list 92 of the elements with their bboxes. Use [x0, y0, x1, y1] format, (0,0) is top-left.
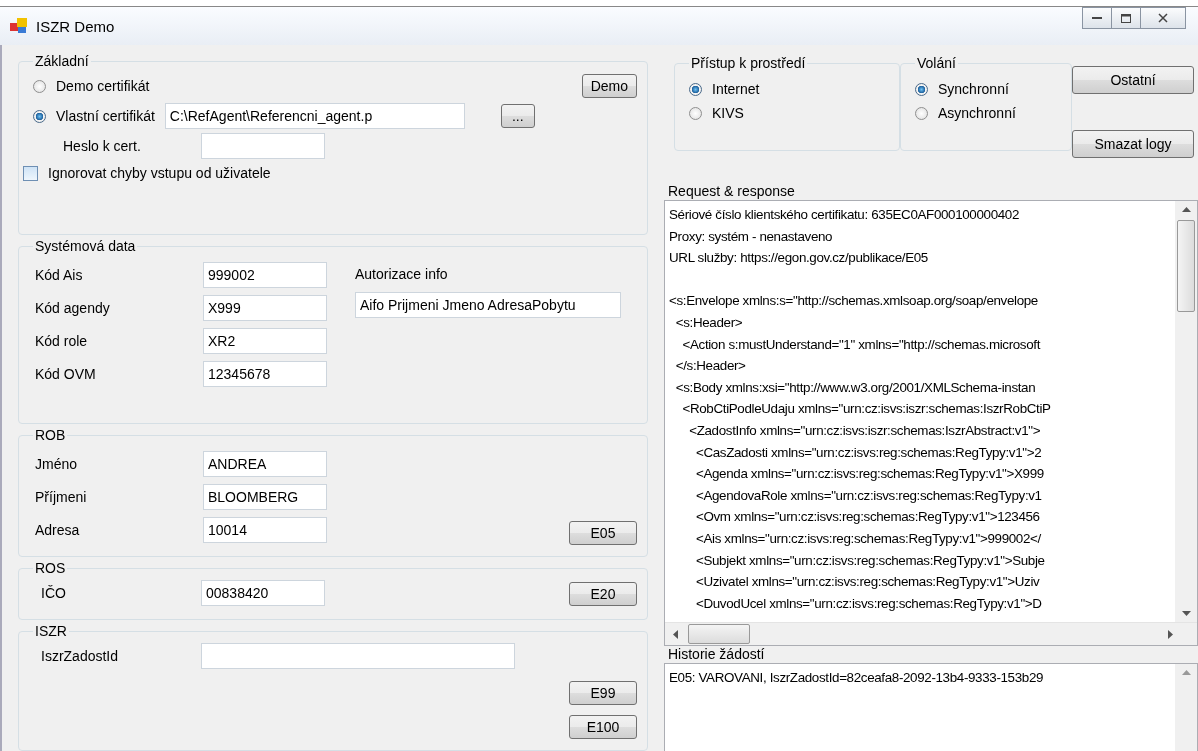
- text-field[interactable]: ANDREA: [203, 451, 327, 477]
- text-field[interactable]: 00838420: [201, 580, 325, 606]
- radio-button[interactable]: [915, 106, 928, 120]
- field-label: Adresa: [34, 522, 81, 538]
- request-button[interactable]: E100: [569, 715, 637, 739]
- group-title: Volání: [916, 55, 957, 71]
- field-label: Jméno: [34, 456, 79, 472]
- radio-label[interactable]: Asynchronní: [938, 105, 1016, 121]
- field-label: Autorizace info: [355, 266, 449, 282]
- maximize-button[interactable]: [1111, 7, 1141, 29]
- radio-button[interactable]: [33, 79, 46, 93]
- minimize-button[interactable]: [1082, 7, 1112, 29]
- group-title: Přístup k prostředí: [690, 55, 807, 71]
- radio-label[interactable]: Synchronní: [938, 81, 1009, 97]
- certificate-path-field[interactable]: C:\RefAgent\Referencni_agent.p: [164, 103, 465, 129]
- field-label: Kód OVM: [34, 366, 97, 382]
- radio-button[interactable]: [689, 82, 702, 96]
- text-field[interactable]: Aifo Prijmeni Jmeno AdresaPobytu: [355, 292, 621, 318]
- radio-label[interactable]: KIVS: [712, 105, 744, 121]
- browse-button[interactable]: ...: [500, 104, 535, 128]
- radio-button[interactable]: [689, 106, 702, 120]
- group-title: Základní: [34, 53, 90, 69]
- action-button[interactable]: Ostatní: [1072, 66, 1194, 94]
- log-line: <RobCtiPodleUdaju xmlns="urn:cz:isvs:iszr:schemas:IszrRobCtiP: [681, 400, 1052, 419]
- vertical-scrollbar[interactable]: [1175, 664, 1197, 751]
- log-line: <Uzivatel xmlns="urn:cz:isvs:reg:schemas:RegTypy:v1">Uziv: [694, 573, 1041, 592]
- log-line: Proxy: systém - nenastaveno: [669, 227, 834, 246]
- section-label: Historie žádostí: [668, 646, 766, 662]
- log-line: </s:Header>: [674, 357, 747, 376]
- log-line: <Ovm xmlns="urn:cz:isvs:reg:schemas:RegTypy:v1">123456: [694, 508, 1041, 527]
- scroll-down-arrow-icon: [1181, 611, 1191, 616]
- group-title: ROS: [34, 560, 67, 576]
- log-line: <Subjekt xmlns="urn:cz:isvs:reg:schemas:RegTypy:v1">Subje: [694, 551, 1046, 570]
- log-line: <AgendovaRole xmlns="urn:cz:isvs:reg:schemas:RegTypy:v1: [694, 486, 1043, 505]
- radio-label[interactable]: Internet: [712, 81, 760, 97]
- vertical-scrollbar[interactable]: [1175, 201, 1197, 622]
- log-line: <Action s:mustUnderstand="1" xmlns="http://schemas.microsoft: [681, 335, 1042, 354]
- e05-button[interactable]: E05: [569, 521, 637, 545]
- e20-button[interactable]: E20: [569, 582, 637, 606]
- history-line: E05: VAROVANI, IszrZadostId=82ceafa8-2092-13b4-9333-153b29: [669, 669, 1045, 687]
- radio-label[interactable]: Demo certifikát: [56, 78, 150, 94]
- log-line: <ZadostInfo xmlns="urn:cz:isvs:iszr:schemas:IszrAbstract:v1">: [688, 421, 1042, 440]
- field-label: Heslo k cert.: [62, 138, 142, 154]
- field-label: IszrZadostId: [40, 648, 120, 664]
- scroll-right-arrow-icon: [1168, 629, 1173, 639]
- request-button[interactable]: E99: [569, 681, 637, 705]
- minimize-icon: [1092, 16, 1102, 20]
- section-label: Request & response: [668, 183, 796, 199]
- field-label: Kód Ais: [34, 267, 84, 283]
- log-line: <CasZadosti xmlns="urn:cz:isvs:reg:schemas:RegTypy:v1">2: [694, 443, 1043, 462]
- scroll-up-arrow-icon: [1181, 207, 1191, 212]
- log-line: <s:Envelope xmlns:s="http://schemas.xmlsoap.org/soap/envelope: [669, 292, 1039, 311]
- text-field[interactable]: X999: [203, 295, 327, 321]
- field-label: IČO: [40, 585, 67, 601]
- action-button[interactable]: Smazat logy: [1072, 130, 1194, 158]
- log-line: URL služby: https://egon.gov.cz/publikace/E05: [669, 249, 929, 268]
- group-title: ISZR: [34, 623, 68, 639]
- radio-button[interactable]: [33, 109, 46, 123]
- group-title: ROB: [34, 427, 67, 443]
- checkbox-label[interactable]: Ignorovat chyby vstupu od uživatele: [48, 165, 271, 181]
- log-textbox[interactable]: [664, 200, 1198, 646]
- log-line: Sériové číslo klientského certifikatu: 635EC0AF000100000402: [669, 206, 1021, 224]
- log-line: <s:Header>: [674, 313, 744, 332]
- group-title: Systémová data: [34, 238, 137, 254]
- text-field[interactable]: 12345678: [203, 361, 327, 387]
- scroll-up-arrow-icon: [1181, 670, 1191, 675]
- close-icon: [1158, 13, 1168, 23]
- field-label: Kód role: [34, 333, 89, 349]
- demo-button[interactable]: Demo: [581, 74, 637, 98]
- checkbox[interactable]: [23, 165, 38, 181]
- field-label: Kód agendy: [34, 300, 111, 316]
- request-id-field[interactable]: [201, 643, 515, 669]
- window-title: ISZR Demo: [36, 17, 115, 35]
- text-field[interactable]: 10014: [203, 517, 327, 543]
- scroll-left-arrow-icon: [673, 629, 678, 639]
- password-field[interactable]: [201, 133, 325, 159]
- maximize-icon: [1121, 13, 1131, 23]
- scrollbar-thumb[interactable]: [688, 624, 750, 644]
- radio-label[interactable]: Vlastní certifikát: [56, 108, 155, 124]
- log-line: <s:Body xmlns:xsi="http://www.w3.org/2001/XMLSchema-instan: [674, 378, 1037, 397]
- log-line: <DuvodUcel xmlns="urn:cz:isvs:reg:schemas:RegTypy:v1">D: [694, 594, 1043, 613]
- log-line: <Agenda xmlns="urn:cz:isvs:reg:schemas:RegTypy:v1">X999: [694, 465, 1045, 484]
- history-textbox[interactable]: E05: VAROVANI, IszrZadostId=82ceafa8-2092-13b4-9333-153b29: [664, 663, 1198, 751]
- text-field[interactable]: BLOOMBERG: [203, 484, 327, 510]
- radio-button[interactable]: [915, 82, 928, 96]
- app-icon: [10, 18, 28, 34]
- field-label: Příjmeni: [34, 489, 88, 505]
- horizontal-scrollbar[interactable]: [665, 622, 1197, 645]
- scrollbar-thumb[interactable]: [1177, 220, 1195, 312]
- log-line: <Ais xmlns="urn:cz:isvs:reg:schemas:RegTypy:v1">999002</: [694, 529, 1042, 548]
- text-field[interactable]: XR2: [203, 328, 327, 354]
- text-field[interactable]: 999002: [203, 262, 327, 288]
